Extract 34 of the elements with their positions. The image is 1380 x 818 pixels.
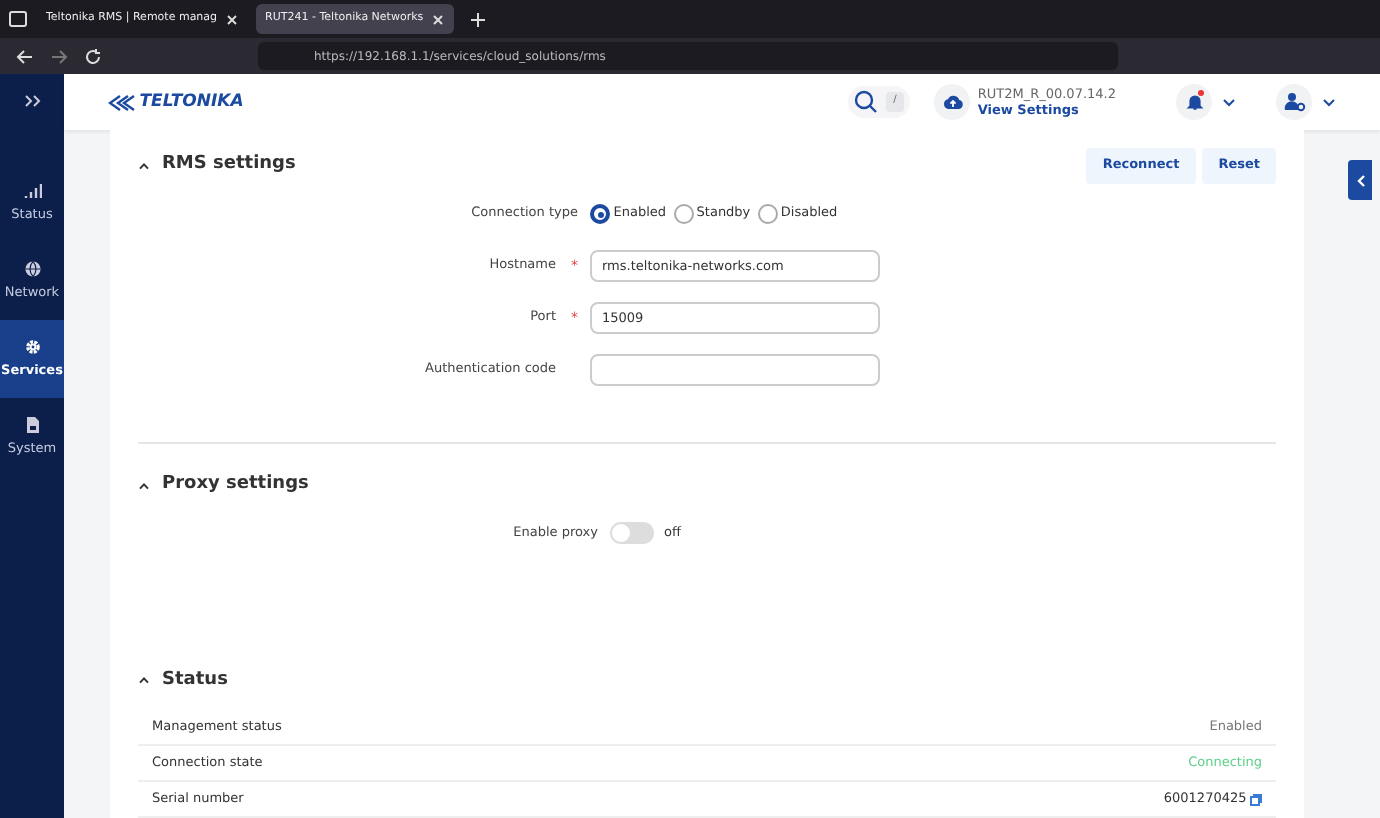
new-tab-icon[interactable]	[469, 11, 486, 27]
toggle-switch[interactable]	[610, 522, 654, 544]
signal-bars-icon	[23, 181, 41, 200]
back-icon[interactable]	[16, 47, 34, 65]
reload-icon[interactable]	[84, 47, 102, 65]
document-icon	[23, 415, 41, 434]
chevron-up-icon	[138, 481, 150, 490]
expand-icon[interactable]	[23, 94, 41, 108]
chevron-up-icon	[138, 676, 150, 685]
globe-icon	[23, 259, 41, 278]
close-icon[interactable]	[431, 13, 444, 25]
input-field[interactable]	[590, 354, 880, 386]
chevron-up-icon	[138, 162, 150, 171]
chevron-down-icon[interactable]	[1222, 97, 1236, 108]
cloud-upload-icon[interactable]	[934, 84, 971, 121]
search-icon[interactable]	[853, 90, 878, 115]
tab-list-icon[interactable]	[8, 10, 28, 28]
logo: TELTONIKA	[108, 89, 244, 115]
radio-button[interactable]	[673, 204, 694, 224]
close-icon[interactable]	[225, 13, 238, 25]
forward-icon[interactable]	[50, 47, 68, 65]
radio-button[interactable]	[590, 204, 610, 224]
chevron-down-icon[interactable]	[1322, 97, 1336, 108]
user-settings-icon[interactable]	[1276, 84, 1312, 121]
gear-icon	[23, 337, 41, 356]
copy-icon[interactable]	[1250, 793, 1262, 805]
section-title[interactable]: Status	[138, 667, 228, 694]
section-title[interactable]: RMS settings	[138, 152, 296, 180]
section-title[interactable]: Proxy settings	[138, 472, 309, 499]
notification-button[interactable]	[1176, 84, 1212, 121]
chevron-left-icon[interactable]	[1355, 173, 1365, 187]
collapse-panel-button[interactable]	[1348, 160, 1372, 200]
radio-button[interactable]	[757, 204, 778, 224]
bell-icon[interactable]	[1185, 93, 1203, 112]
